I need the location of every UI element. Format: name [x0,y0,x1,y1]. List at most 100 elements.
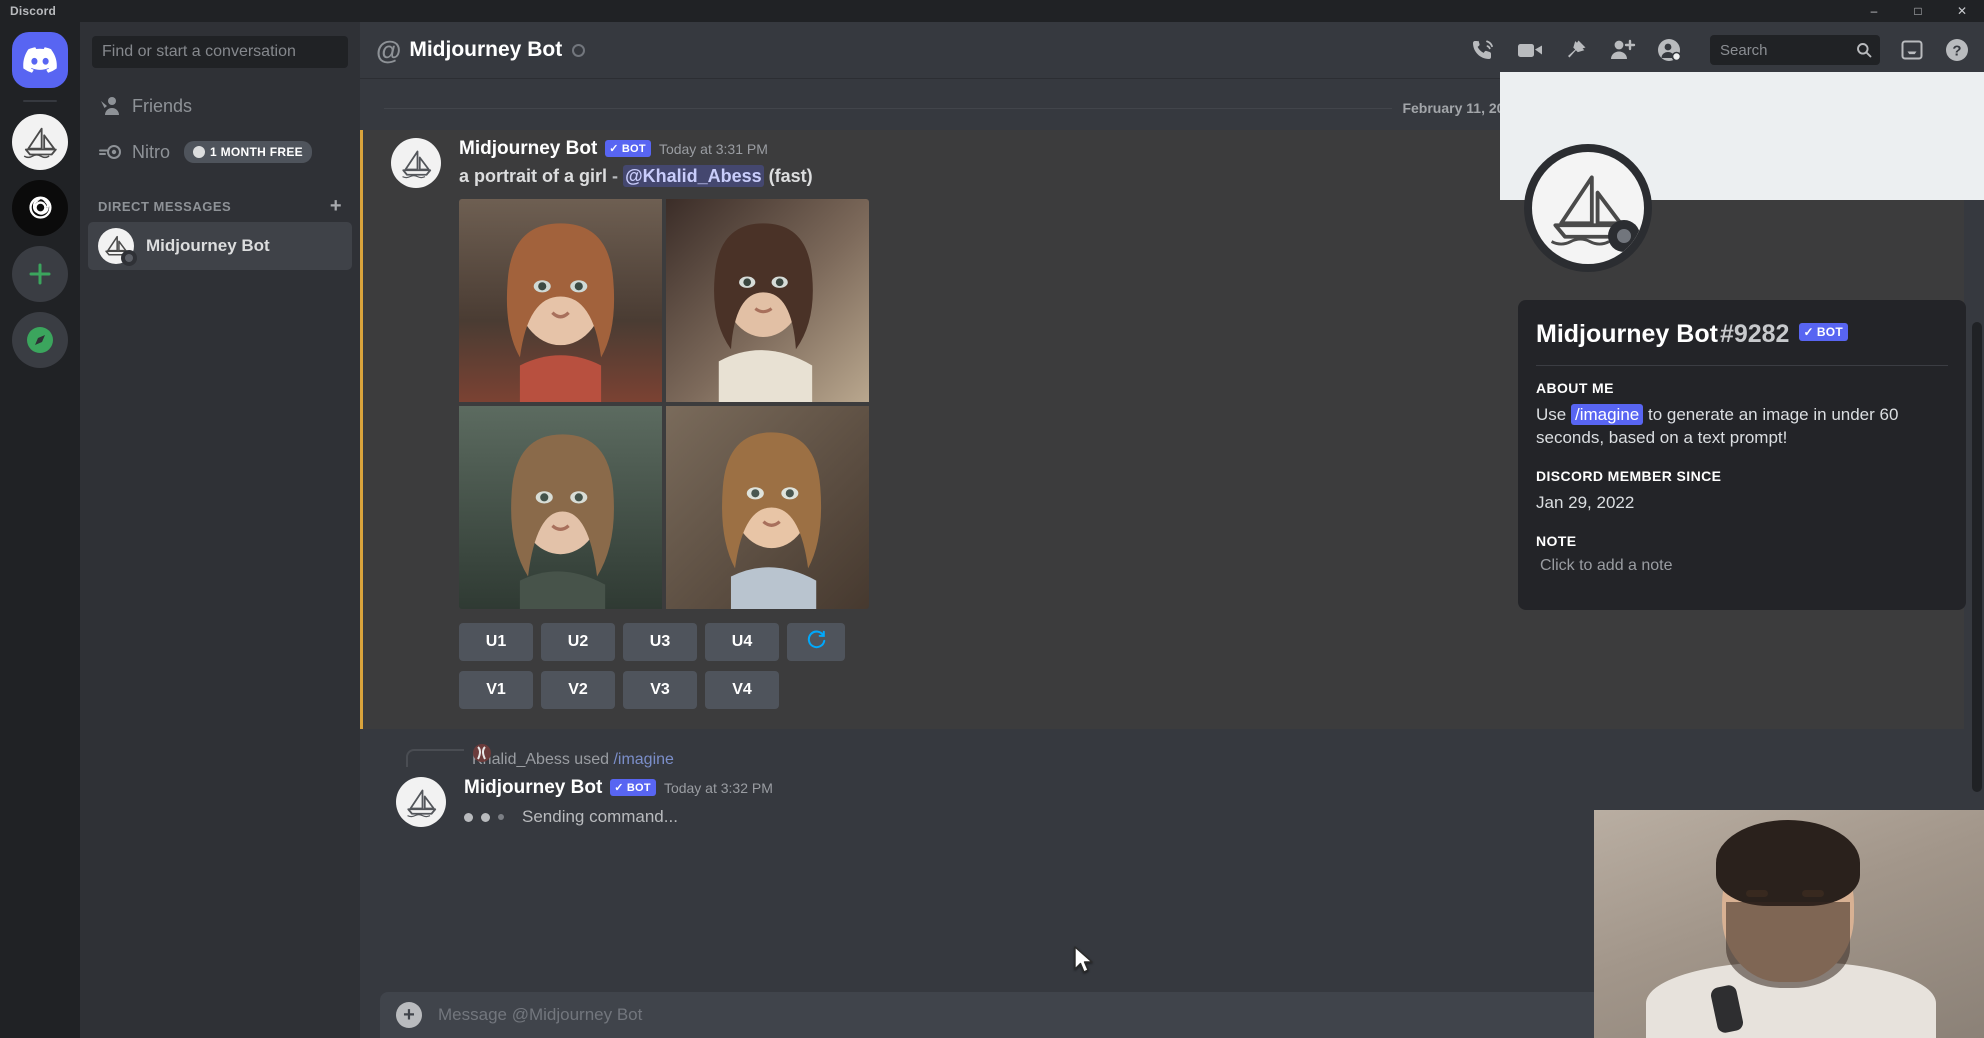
message-timestamp: Today at 3:31 PM [659,141,768,157]
direct-messages-header: DIRECT MESSAGES + [80,176,360,222]
avatar [396,777,446,827]
variation-button-v1[interactable]: V1 [459,671,533,709]
prompt-separator: - [612,166,618,186]
loading-dot-icon [464,813,473,822]
member-since-label: DISCORD MEMBER SINCE [1536,468,1948,484]
profile-avatar[interactable] [1524,144,1652,272]
profile-username-row: Midjourney Bot #9282 ✓ BOT [1536,320,1948,349]
bot-badge: ✓ BOT [605,140,651,157]
plus-icon [12,246,68,302]
verified-check-icon: ✓ [614,781,624,794]
reply-elbow-icon [406,749,464,767]
bot-badge-label: BOT [1817,325,1843,339]
sidebar-item-friends-label: Friends [132,96,192,117]
bot-badge: ✓ BOT [610,779,656,796]
sending-status-label: Sending command... [522,807,678,827]
rail-item-explore[interactable] [12,312,68,368]
compass-icon [12,312,68,368]
find-conversation-button[interactable]: Find or start a conversation [92,36,348,68]
message-author[interactable]: Midjourney Bot [459,138,597,160]
image-grid[interactable] [459,199,869,609]
avatar [391,138,441,188]
system-command-text: Khalid_Abess used /imagine [472,751,674,769]
user-mention[interactable]: @Khalid_Abess [623,165,764,187]
close-button[interactable]: ✕ [1940,0,1984,22]
profile-card: Midjourney Bot #9282 ✓ BOT ABOUT ME Use … [1518,300,1966,610]
loading-dot-icon [481,813,490,822]
nitro-icon [98,141,132,163]
page-title: Midjourney Bot [409,38,562,62]
variation-button-v3[interactable]: V3 [623,671,697,709]
title-bar: Discord – □ ✕ [0,0,1984,22]
nitro-badge-label: 1 MONTH FREE [210,145,303,159]
variation-button-v2[interactable]: V2 [541,671,615,709]
at-symbol-icon: @ [376,37,401,63]
attach-file-icon[interactable]: + [396,1002,422,1028]
prompt-mode: (fast) [769,166,813,186]
profile-discriminator: #9282 [1720,320,1790,349]
create-dm-icon[interactable]: + [330,196,342,216]
sidebar-item-nitro[interactable]: Nitro 1 MONTH FREE [88,130,352,174]
dm-nav: Friends Nitro 1 MONTH FREE [80,84,360,174]
sailboat-icon [12,114,68,170]
call-icon[interactable] [1470,37,1496,63]
upscale-button-u4[interactable]: U4 [705,623,779,661]
rail-item-openai[interactable] [12,180,68,236]
friends-icon [98,95,132,117]
discord-logo-icon [12,32,68,88]
dm-sidebar: Find or start a conversation Friends [80,22,360,1038]
direct-messages-title: DIRECT MESSAGES [98,199,231,214]
user-status-icon [572,44,585,57]
window-controls: – □ ✕ [1852,0,1984,22]
dm-list-item-midjourney-bot[interactable]: Midjourney Bot [88,222,352,270]
find-conversation-placeholder: Find or start a conversation [102,43,296,61]
sidebar-item-nitro-label: Nitro [132,142,170,163]
sidebar-item-friends[interactable]: Friends [88,84,352,128]
rail-divider [23,100,57,102]
system-command-action: used [574,751,609,768]
minimize-button[interactable]: – [1852,0,1896,22]
status-badge [121,250,137,266]
message-author[interactable]: Midjourney Bot [464,777,602,799]
grid-image-4[interactable] [666,406,869,609]
bot-badge: ✓ BOT [1799,323,1848,341]
about-me-label: ABOUT ME [1536,380,1948,396]
variation-button-v4[interactable]: V4 [705,671,779,709]
server-rail [0,22,80,1038]
note-input[interactable]: Click to add a note [1536,557,1948,575]
openai-icon [12,180,68,236]
upscale-button-u2[interactable]: U2 [541,623,615,661]
profile-about-section: ABOUT ME Use /imagine to generate an ima… [1536,380,1948,450]
clock-icon [193,146,205,158]
discord-window: Discord – □ ✕ [0,0,1984,1038]
note-label: NOTE [1536,533,1948,549]
about-prefix: Use [1536,405,1566,424]
dm-list-item-label: Midjourney Bot [146,236,270,256]
webcam-overlay [1594,810,1984,1038]
upscale-button-u1[interactable]: U1 [459,623,533,661]
grid-image-1[interactable] [459,199,662,402]
status-badge [1608,220,1640,252]
message-timestamp: Today at 3:32 PM [664,780,773,796]
bot-badge-label: BOT [627,782,651,794]
rail-item-home[interactable] [12,32,68,88]
profile-username: Midjourney Bot [1536,320,1718,349]
rail-item-add-server[interactable] [12,246,68,302]
command-avatar-icon [472,743,492,768]
grid-image-3[interactable] [459,406,662,609]
app-name: Discord [10,4,56,18]
composer-placeholder: Message @Midjourney Bot [438,1005,1595,1025]
upscale-button-u3[interactable]: U3 [623,623,697,661]
nitro-badge: 1 MONTH FREE [184,141,312,163]
verified-check-icon: ✓ [1803,325,1813,339]
grid-image-2[interactable] [666,199,869,402]
reroll-button[interactable] [787,623,845,661]
rail-item-midjourney[interactable] [12,114,68,170]
prompt-text: a portrait of a girl [459,166,607,186]
verified-check-icon: ✓ [609,142,619,155]
maximize-button[interactable]: □ [1896,0,1940,22]
member-since-value: Jan 29, 2022 [1536,492,1948,515]
imagine-command-chip[interactable]: /imagine [1571,404,1643,425]
avatar [98,228,134,264]
system-command-name[interactable]: /imagine [613,751,673,768]
